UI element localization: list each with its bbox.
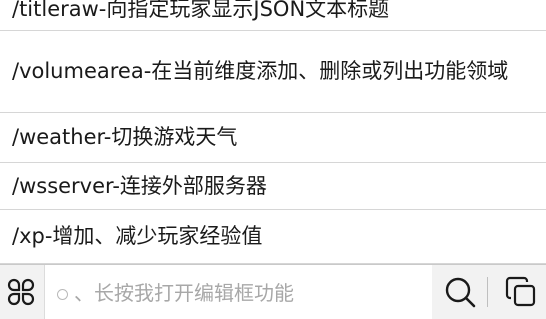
- copy-button[interactable]: [496, 265, 546, 319]
- search-placeholder: 、长按我打开编辑框功能: [74, 281, 294, 305]
- bottom-toolbar: 、长按我打开编辑框功能: [0, 264, 546, 319]
- command-text: /titleraw-向指定玩家显示JSON文本标题: [12, 0, 390, 21]
- command-list: /titleraw-向指定玩家显示JSON文本标题 /volumearea-在当…: [0, 0, 546, 264]
- list-item[interactable]: /wsserver-连接外部服务器: [0, 163, 546, 210]
- list-item[interactable]: /titleraw-向指定玩家显示JSON文本标题: [0, 0, 546, 31]
- command-text: /wsserver-连接外部服务器: [12, 173, 267, 198]
- circle-icon: [57, 289, 68, 300]
- toolbar-divider: [487, 277, 488, 307]
- apps-button[interactable]: [0, 265, 42, 319]
- list-item[interactable]: /weather-切换游戏天气: [0, 113, 546, 163]
- search-icon: [445, 277, 476, 308]
- search-input[interactable]: 、长按我打开编辑框功能: [44, 265, 432, 319]
- list-item[interactable]: /volumearea-在当前维度添加、删除或列出功能领域: [0, 31, 546, 113]
- list-item[interactable]: /xp-增加、减少玩家经验值: [0, 210, 546, 264]
- command-text: /weather-切换游戏天气: [12, 125, 238, 149]
- command-text: /volumearea-在当前维度添加、删除或列出功能领域: [12, 59, 509, 83]
- search-button[interactable]: [436, 265, 484, 319]
- command-text: /xp-增加、减少玩家经验值: [12, 224, 263, 248]
- copy-icon: [505, 276, 536, 307]
- grid-apps-icon: [7, 278, 35, 306]
